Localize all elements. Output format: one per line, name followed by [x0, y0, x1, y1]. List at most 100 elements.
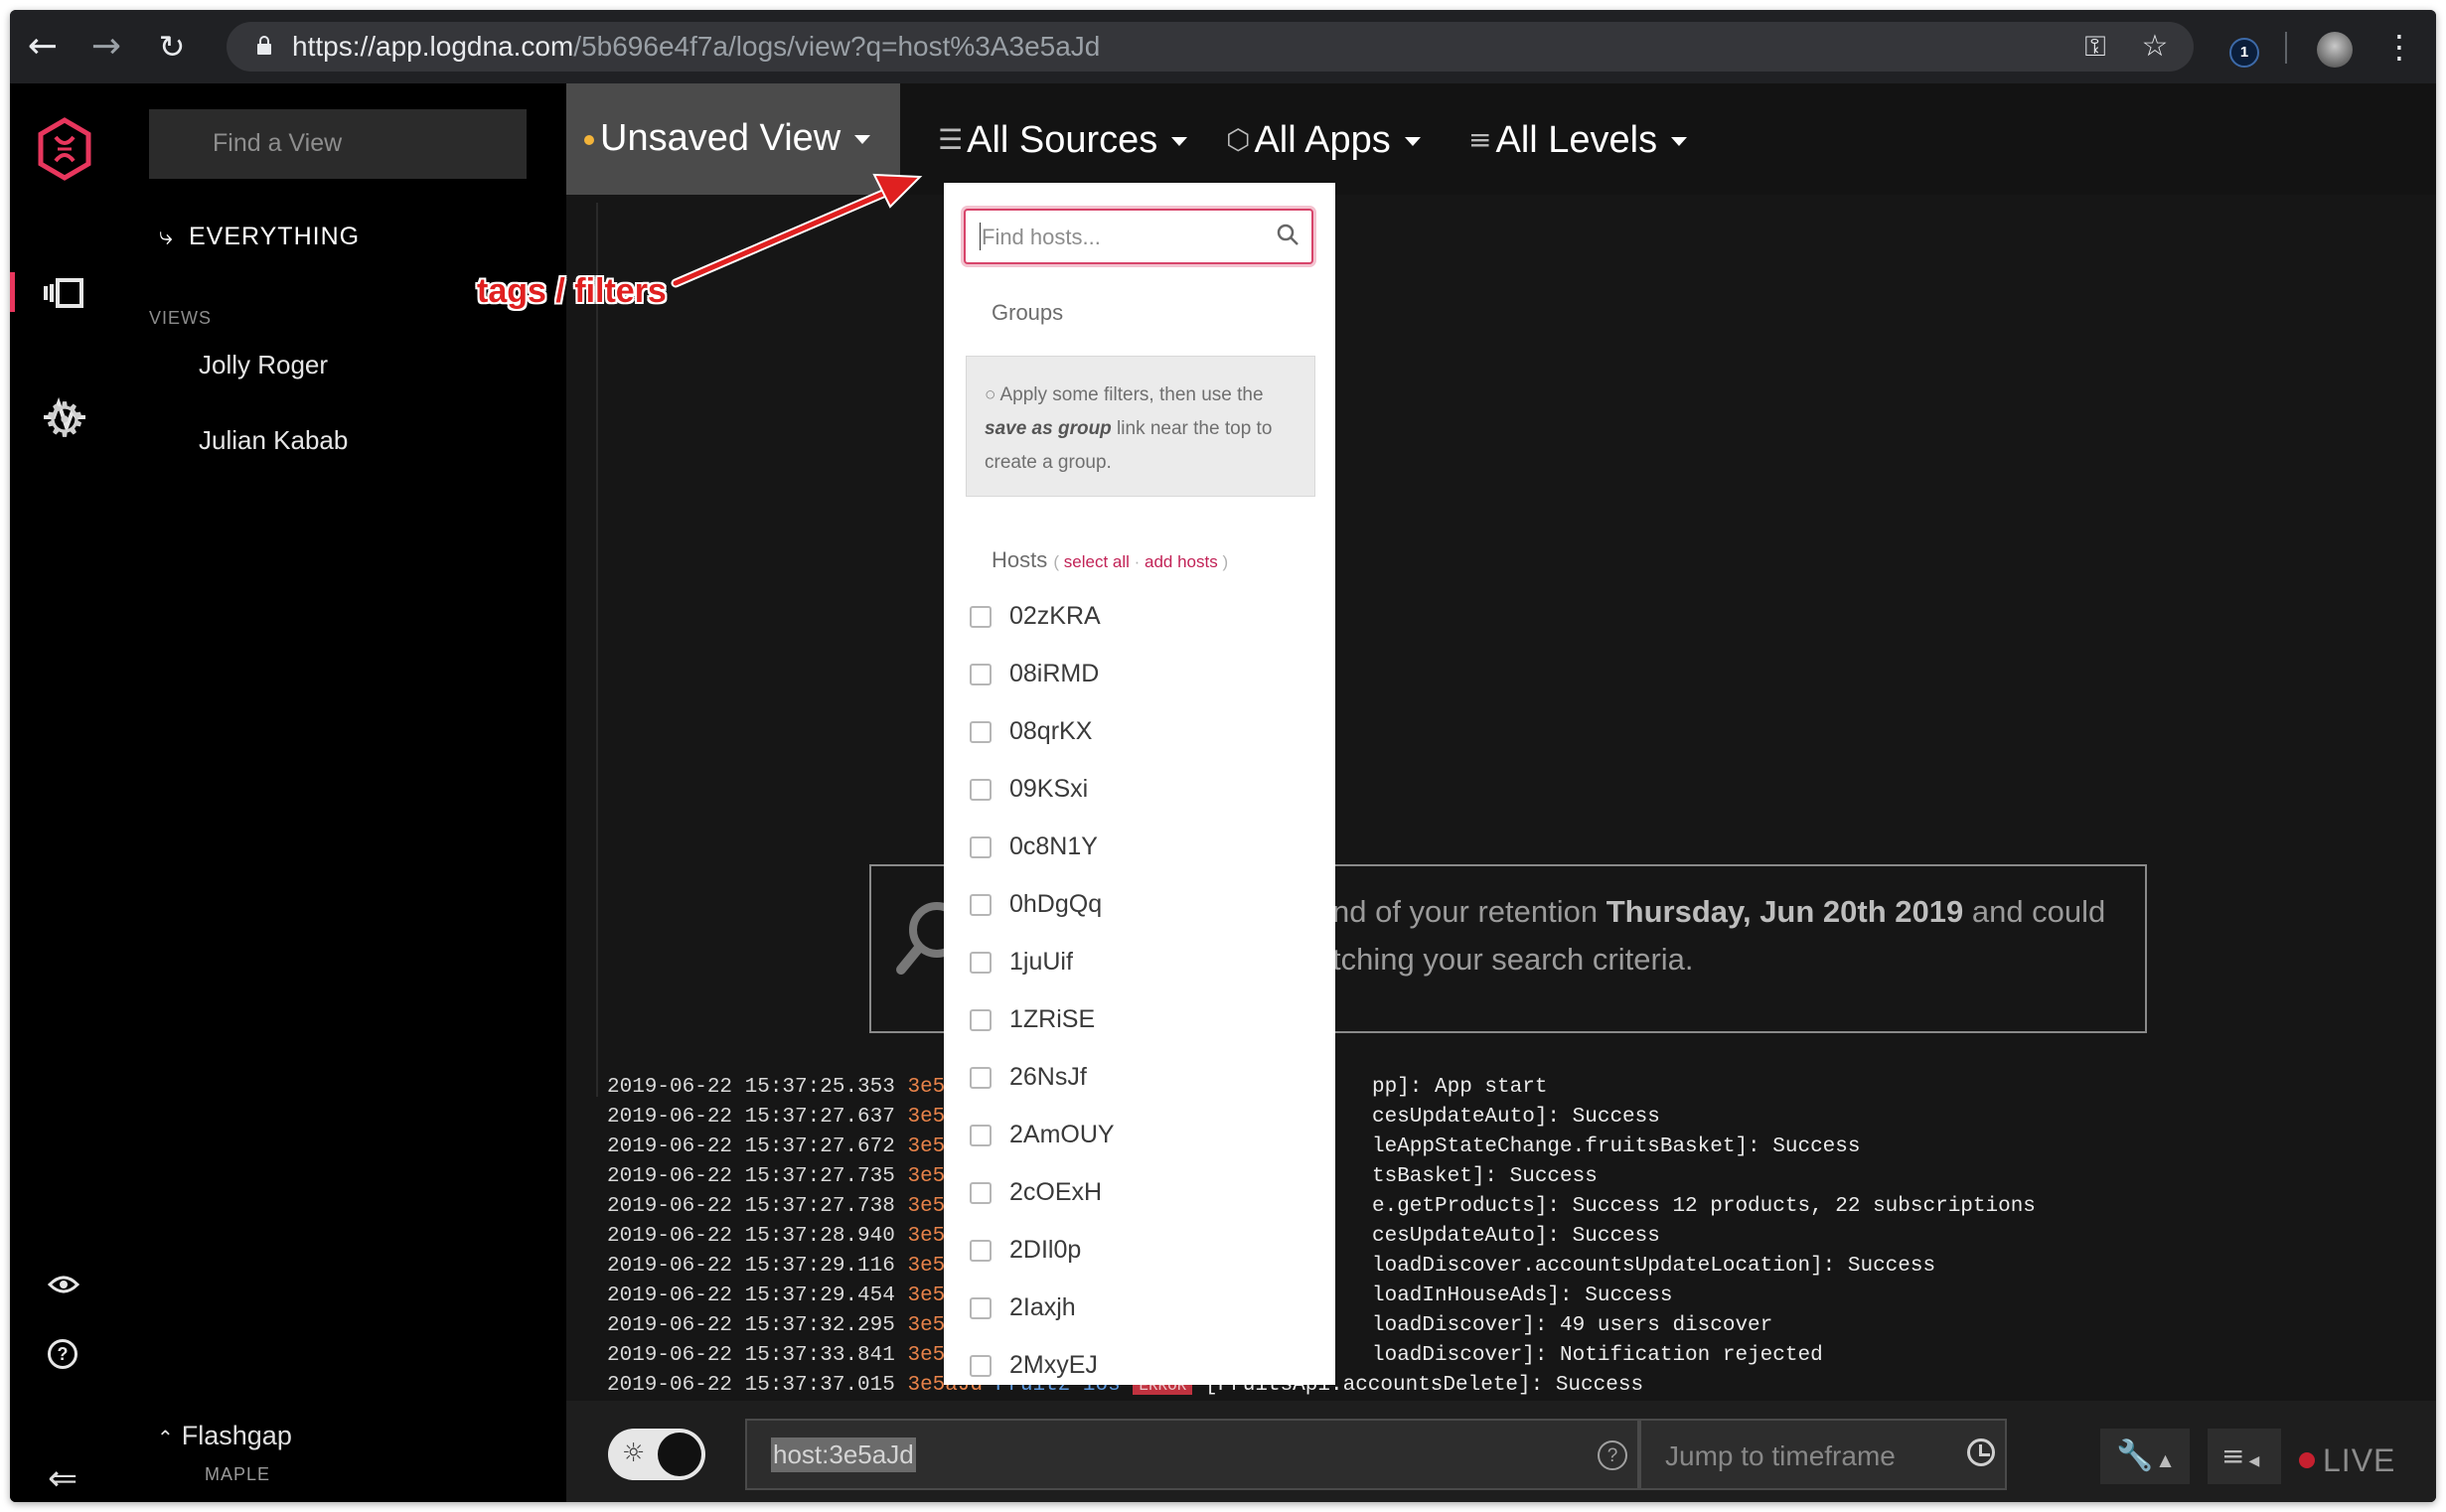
unsaved-dot: [584, 134, 594, 145]
host-checkbox[interactable]: [970, 951, 992, 974]
watch-icon[interactable]: [48, 1274, 79, 1295]
reload-icon[interactable]: ↻: [153, 28, 191, 66]
help-icon[interactable]: ?: [48, 1339, 77, 1369]
key-icon[interactable]: ⚿: [2076, 28, 2114, 66]
host-search-input[interactable]: Find hosts...: [964, 209, 1313, 264]
views-header: VIEWS: [149, 308, 213, 328]
sources-dropdown: Find hosts... Groups ○ Apply some filters…: [944, 183, 1335, 1385]
line-options-button[interactable]: ≡ ◀: [2208, 1429, 2281, 1484]
host-checkbox[interactable]: [970, 1296, 992, 1319]
empty-state-text: nd of your retention Thursday, Jun 20th …: [1332, 894, 2106, 977]
chevron-down-icon: [1671, 137, 1688, 147]
host-checkbox[interactable]: [970, 1354, 992, 1377]
timeframe-input[interactable]: Jump to timeframe: [1639, 1419, 2007, 1490]
views-icon[interactable]: [42, 276, 85, 310]
url-text: https://app.logdna.com/5b696e4f7a/logs/v…: [292, 31, 1101, 62]
caret-up-icon: ▲: [2159, 1450, 2172, 1469]
browser-window: ← → ↻ https://app.logdna.com/5b696e4f7a/…: [10, 10, 2436, 1502]
collapse-icon[interactable]: ⇐: [48, 1458, 77, 1499]
toggle-knob: [658, 1433, 701, 1476]
host-checkbox[interactable]: [970, 778, 992, 801]
host-option[interactable]: 08iRMD: [970, 660, 1099, 699]
database-icon: ☰: [938, 123, 964, 156]
host-option[interactable]: 2Iaxjh: [970, 1293, 1076, 1333]
clock-icon[interactable]: [1967, 1438, 1995, 1466]
active-indicator: [10, 272, 15, 312]
text-cursor: [980, 223, 981, 250]
star-icon[interactable]: ☆: [2136, 28, 2174, 66]
apps-filter-button[interactable]: ⬡ All Apps: [1226, 119, 1421, 162]
host-option[interactable]: 2MxyEJ: [970, 1351, 1098, 1385]
add-hosts-link[interactable]: add hosts: [1145, 552, 1218, 571]
search-input[interactable]: host:3e5aJd ?: [745, 1419, 1639, 1490]
chevron-down-icon: [854, 135, 871, 145]
org-plan: MAPLE: [205, 1464, 271, 1484]
host-option[interactable]: 0c8N1Y: [970, 832, 1098, 872]
live-button[interactable]: LIVE: [2299, 1442, 2395, 1479]
record-dot-icon: [2299, 1452, 2315, 1468]
host-checkbox[interactable]: [970, 1124, 992, 1146]
sun-icon: ☼: [622, 1438, 646, 1468]
host-option[interactable]: 26NsJf: [970, 1063, 1087, 1103]
host-checkbox[interactable]: [970, 720, 992, 743]
host-checkbox[interactable]: [970, 1008, 992, 1031]
chevron-down-icon: [1171, 137, 1188, 147]
tools-button[interactable]: 🔧 ▲: [2100, 1429, 2190, 1484]
main-panel: Unsaved View ☰ All Sources ⬡ All Apps ≡ All…: [566, 83, 2436, 1502]
logdna-logo-icon[interactable]: [36, 117, 93, 181]
extension-1password-icon[interactable]: 1: [2229, 38, 2259, 68]
view-item-jolly-roger[interactable]: Jolly Roger: [199, 350, 328, 380]
view-item-julian-kabab[interactable]: Julian Kabab: [199, 425, 348, 456]
host-option[interactable]: 1ZRiSE: [970, 1005, 1095, 1045]
annotation-label: tags / filters: [477, 272, 667, 310]
host-option[interactable]: 1juUif: [970, 948, 1073, 987]
host-checkbox[interactable]: [970, 1239, 992, 1262]
chevron-up-icon: ⌃: [157, 1428, 174, 1449]
back-icon[interactable]: ←: [24, 28, 62, 66]
search-icon: [1277, 224, 1299, 245]
find-view-input[interactable]: Find a View: [149, 109, 527, 179]
groups-header: Groups: [992, 300, 1064, 325]
wrench-icon: 🔧: [2116, 1438, 2154, 1473]
levels-filter-button[interactable]: ≡ All Levels: [1468, 119, 1688, 162]
lightbulb-icon: ○: [985, 384, 996, 405]
everything-label: EVERYTHING: [189, 223, 361, 250]
theme-toggle[interactable]: ☼: [608, 1429, 705, 1480]
view-name: Unsaved View: [600, 117, 841, 159]
org-name: Flashgap: [181, 1421, 292, 1450]
host-checkbox[interactable]: [970, 663, 992, 685]
host-search-placeholder: Find hosts...: [982, 225, 1101, 249]
more-vert-icon[interactable]: ⋮: [2380, 28, 2418, 66]
forward-icon[interactable]: →: [87, 28, 125, 66]
host-checkbox[interactable]: [970, 1066, 992, 1089]
select-all-link[interactable]: select all: [1064, 552, 1130, 571]
chevron-down-icon: [1404, 137, 1421, 147]
address-bar[interactable]: https://app.logdna.com/5b696e4f7a/logs/v…: [227, 22, 2194, 72]
host-option[interactable]: 2cOExH: [970, 1178, 1102, 1218]
search-help-icon[interactable]: ?: [1598, 1440, 1627, 1470]
layers-icon: ≡: [1468, 123, 1492, 156]
groups-help-note: ○ Apply some filters, then use the save a…: [966, 356, 1315, 497]
host-checkbox[interactable]: [970, 835, 992, 858]
host-option[interactable]: 2AmOUY: [970, 1121, 1115, 1160]
profile-avatar[interactable]: [2317, 32, 2353, 68]
host-checkbox[interactable]: [970, 893, 992, 916]
host-option[interactable]: 02zKRA: [970, 602, 1101, 642]
caret-left-icon: ◀: [2248, 1453, 2260, 1469]
host-option[interactable]: 08qrKX: [970, 717, 1092, 757]
host-checkbox[interactable]: [970, 605, 992, 628]
filter-bar: Unsaved View ☰ All Sources ⬡ All Apps ≡ All…: [566, 83, 2436, 195]
bolt-icon: ⤷: [159, 223, 175, 250]
search-bar: ☼ host:3e5aJd ? Jump to timeframe 🔧 ▲ ≡ ◀ …: [566, 1401, 2436, 1502]
host-option[interactable]: 09KSxi: [970, 775, 1088, 815]
view-selector[interactable]: Unsaved View: [566, 83, 900, 195]
settings-icon[interactable]: ⚙: [40, 395, 89, 445]
org-switcher[interactable]: ⌃ Flashgap: [157, 1421, 292, 1451]
everything-item[interactable]: ⤷ EVERYTHING: [159, 223, 360, 251]
sources-filter-button[interactable]: ☰ All Sources: [938, 119, 1188, 162]
host-option[interactable]: 2DIl0p: [970, 1236, 1081, 1276]
app-nav-rail: ⚙ ? ⇐: [10, 83, 119, 1502]
search-query-text: host:3e5aJd: [771, 1437, 916, 1472]
host-checkbox[interactable]: [970, 1181, 992, 1204]
host-option[interactable]: 0hDgQq: [970, 890, 1102, 930]
